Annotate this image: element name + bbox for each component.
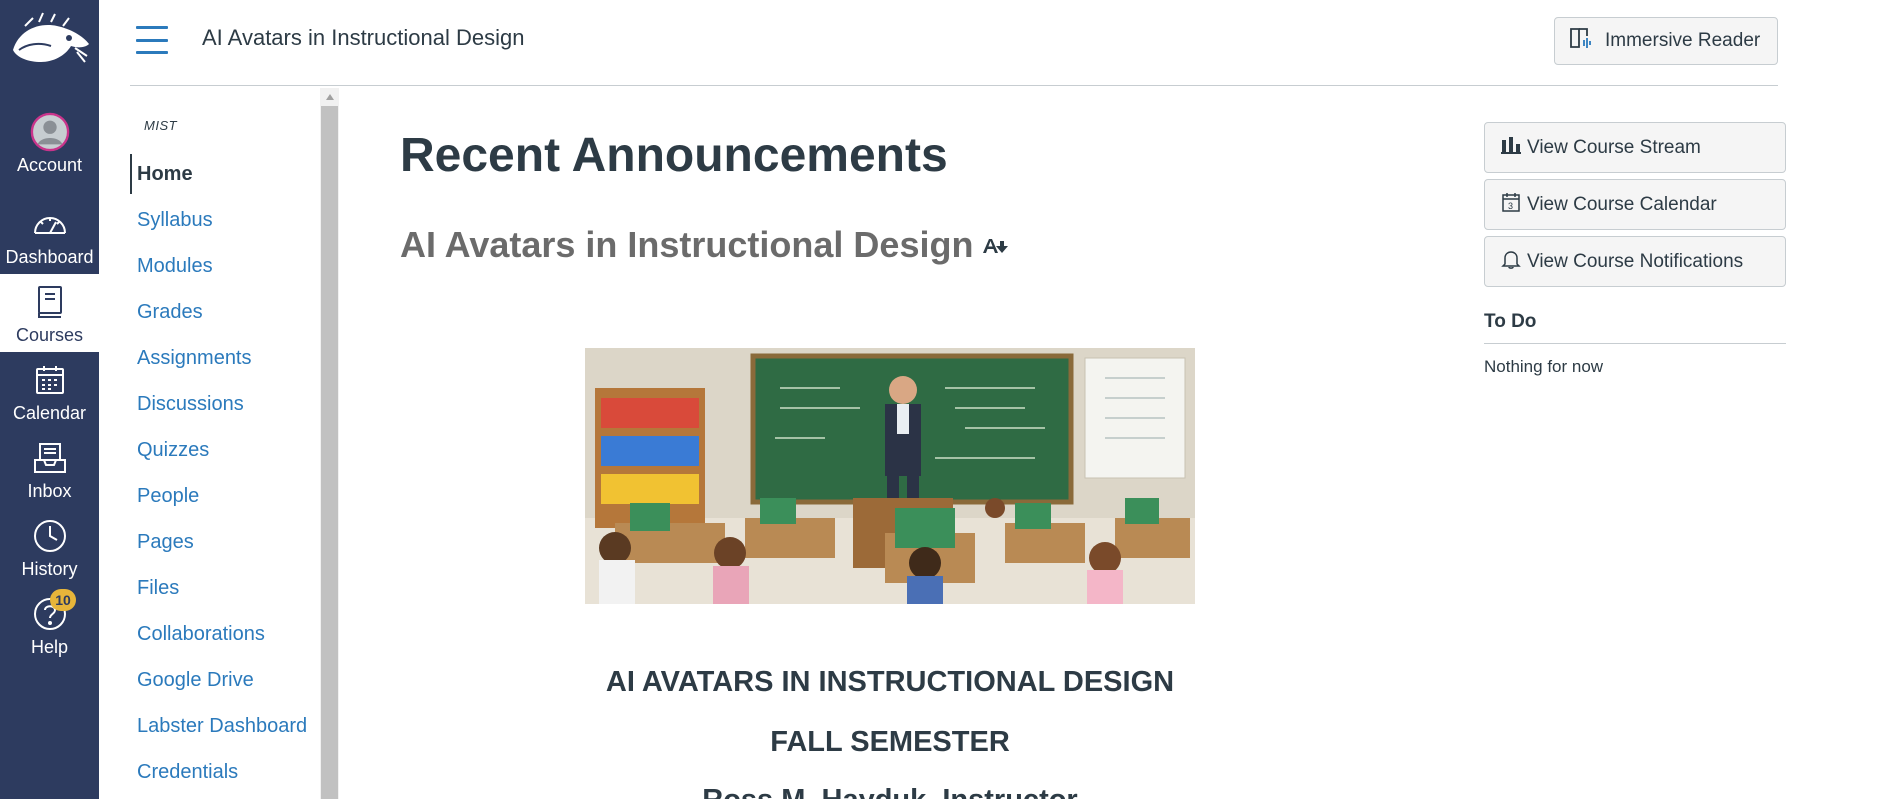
view-course-notifications-button[interactable]: View Course Notifications [1484,236,1786,287]
course-nav-grades[interactable]: Grades [130,292,320,332]
inbox-icon [30,438,70,478]
course-nav-scrollbar[interactable] [320,88,339,799]
breadcrumb[interactable]: AI Avatars in Instructional Design [202,25,524,51]
bar-chart-icon [1501,136,1521,160]
nav-history[interactable]: History [0,508,99,586]
page-header: AI Avatars in Instructional Design Immer… [130,0,1778,86]
avatar-icon [30,112,70,152]
nav-courses-label: Courses [15,325,84,345]
help-badge: 10 [50,589,76,611]
course-nav-modules[interactable]: Modules [130,246,320,286]
hamburger-line [136,38,168,42]
course-menu-toggle[interactable] [136,26,168,54]
todo-heading: To Do [1484,311,1786,344]
nav-help[interactable]: Help 10 [0,586,99,664]
course-nav-assignments[interactable]: Assignments [130,338,320,378]
nav-inbox[interactable]: Inbox [0,430,99,508]
hamburger-line [136,51,168,54]
classroom-illustration-icon [585,348,1195,604]
course-nav-home[interactable]: Home [130,154,320,194]
course-nav-collaborations[interactable]: Collaborations [130,614,320,654]
course-banner-image [585,348,1195,604]
immersive-reader-label: Immersive Reader [1605,30,1761,51]
view-course-notifications-label: View Course Notifications [1527,250,1744,272]
course-nav-pages[interactable]: Pages [130,522,320,562]
todo-empty-message: Nothing for now [1484,357,1604,376]
course-nav-discussions[interactable]: Discussions [130,384,320,424]
announcements-heading: Recent Announcements [400,129,948,182]
immersive-reader-button[interactable]: Immersive Reader [1554,17,1778,65]
course-nav-files[interactable]: Files [130,568,320,608]
course-nav-google-drive[interactable]: Google Drive [130,660,320,700]
course-nav-labster-dashboard[interactable]: Labster Dashboard [130,706,320,746]
hamburger-line [136,26,168,29]
course-heading-text: AI Avatars in Instructional Design [400,224,974,265]
scroll-up-arrow-icon[interactable] [320,88,339,106]
svg-text:3: 3 [1508,201,1513,211]
course-nav: MIST Home Syllabus Modules Grades Assign… [130,90,320,799]
course-nav-quizzes[interactable]: Quizzes [130,430,320,470]
dashboard-icon [30,204,70,244]
global-nav: Account Dashboard Courses Calendar Inbox… [0,0,99,799]
caption-semester: FALL SEMESTER [770,726,1010,758]
nav-account-label: Account [16,155,83,175]
otter-logo-icon [12,12,89,63]
caption-instructor: Ross M. Hayduk, Instructor [400,784,1380,799]
course-code: MIST [144,118,178,133]
course-heading: AI Avatars in Instructional Design [400,224,1011,266]
nav-courses[interactable]: Courses [0,274,99,352]
nav-dashboard[interactable]: Dashboard [0,196,99,274]
main-content: Recent Announcements AI Avatars in Instr… [400,90,1460,799]
clock-icon [30,516,70,556]
view-course-stream-button[interactable]: View Course Stream [1484,122,1786,173]
nav-dashboard-label: Dashboard [5,247,94,267]
institution-logo[interactable] [0,0,99,86]
course-nav-credentials[interactable]: Credentials [130,752,320,792]
calendar-icon [30,360,70,400]
nav-calendar[interactable]: Calendar [0,352,99,430]
nav-history-label: History [21,559,78,579]
bell-icon [1501,249,1521,275]
calendar-icon: 3 [1501,192,1521,218]
book-icon [30,282,70,322]
view-course-stream-label: View Course Stream [1527,136,1701,158]
nav-inbox-label: Inbox [27,481,72,501]
right-sidebar: View Course Stream 3 View Course Calenda… [1484,122,1786,377]
nav-help-label: Help [30,637,69,657]
view-course-calendar-label: View Course Calendar [1527,193,1717,215]
course-nav-syllabus[interactable]: Syllabus [130,200,320,240]
caption-title: AI AVATARS IN INSTRUCTIONAL DESIGN [605,666,1175,698]
immersive-reader-icon [1569,26,1595,56]
course-nav-people[interactable]: People [130,476,320,516]
nav-account[interactable]: Account [0,104,99,182]
view-course-calendar-button[interactable]: 3 View Course Calendar [1484,179,1786,230]
scrollbar-thumb[interactable] [321,106,338,799]
text-style-icon[interactable] [981,224,1011,266]
nav-calendar-label: Calendar [12,403,87,423]
